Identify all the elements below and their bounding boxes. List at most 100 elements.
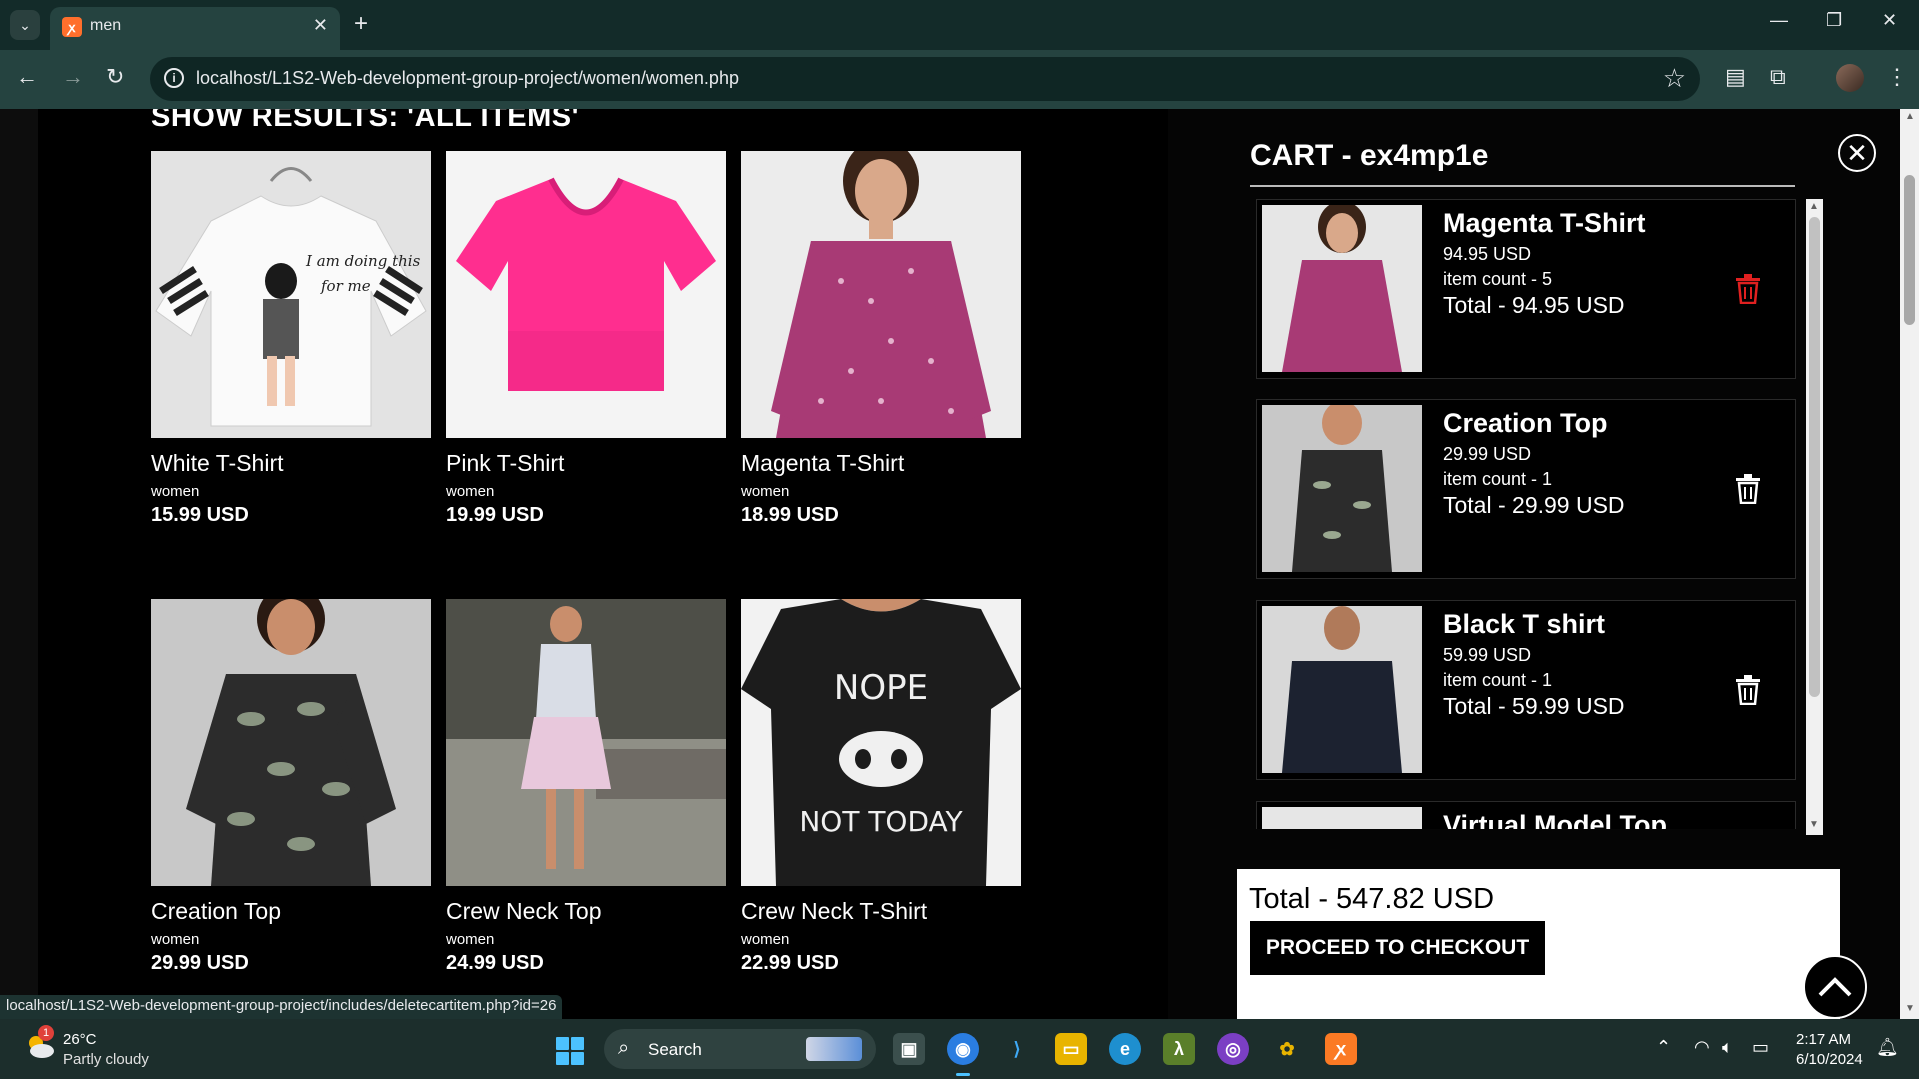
restore-button[interactable]: ❐ <box>1826 10 1842 31</box>
edge-icon[interactable]: e <box>1109 1033 1141 1065</box>
product-category: women <box>151 483 200 500</box>
product-image[interactable] <box>446 151 726 438</box>
product-price: 19.99 USD <box>446 504 544 526</box>
vscode-icon[interactable]: ⟩ <box>1001 1033 1033 1065</box>
product-name[interactable]: Crew Neck Top <box>446 898 726 925</box>
product-card[interactable]: Magenta T-Shirt women 18.99 USD <box>741 151 1021 527</box>
site-info-icon[interactable]: i <box>164 68 184 88</box>
tab-title: men <box>90 17 122 34</box>
product-name[interactable]: Creation Top <box>151 898 431 925</box>
back-arrow-icon[interactable]: ← <box>16 64 38 90</box>
extensions-icon[interactable]: ⧉ <box>1770 64 1786 90</box>
scroll-to-top-button[interactable] <box>1803 955 1867 1019</box>
wifi-icon[interactable]: ◠ <box>1694 1037 1710 1058</box>
windows-start-icon[interactable] <box>556 1037 584 1065</box>
show-hidden-icons-chevron-icon[interactable]: ⌃ <box>1656 1037 1671 1058</box>
product-card[interactable]: Pink T-Shirt women 19.99 USD <box>446 151 726 527</box>
close-window-button[interactable]: ✕ <box>1882 10 1897 31</box>
cart-item-name: Creation Top <box>1443 408 1608 438</box>
page-scrollbar-thumb[interactable] <box>1904 175 1915 325</box>
page-scroll-up-icon[interactable]: ▲ <box>1905 111 1915 122</box>
minimize-button[interactable]: — <box>1770 10 1788 31</box>
volume-icon[interactable]: 🔈︎ <box>1722 1037 1733 1058</box>
product-name[interactable]: White T-Shirt <box>151 450 431 477</box>
weather-badge: 1 <box>38 1025 54 1041</box>
weather-temperature[interactable]: 26°C <box>63 1031 97 1048</box>
trash-icon[interactable] <box>1735 474 1761 504</box>
cart-item-name: Virtual Model Top <box>1443 810 1668 829</box>
clock-date[interactable]: 6/10/2024 <box>1796 1051 1863 1068</box>
scroll-down-arrow-icon[interactable]: ▼ <box>1809 819 1819 830</box>
cart-item-total: Total - 29.99 USD <box>1443 492 1625 518</box>
cart-scrollbar-thumb[interactable] <box>1809 217 1820 697</box>
product-image[interactable]: NOPE NOT TODAY <box>741 599 1021 886</box>
close-cart-button[interactable]: ✕ <box>1838 134 1876 172</box>
product-name[interactable]: Magenta T-Shirt <box>741 450 1021 477</box>
page-scrollbar[interactable]: ▲ ▼ <box>1900 109 1919 1019</box>
product-image[interactable] <box>151 599 431 886</box>
product-category: women <box>446 483 495 500</box>
tab-close-icon[interactable]: ✕ <box>313 15 328 36</box>
new-tab-button[interactable]: + <box>354 10 368 38</box>
cart-item-name: Black T shirt <box>1443 609 1606 639</box>
cart-title: CART - ex4mp1e <box>1250 139 1489 172</box>
reading-list-icon[interactable]: ▤ <box>1725 64 1746 90</box>
task-view-icon[interactable]: ▣ <box>893 1033 925 1065</box>
svg-text:I am doing this: I am doing this <box>305 252 421 270</box>
product-listing: SHOW RESULTS: 'ALL ITEMS' I am doing thi… <box>38 109 1168 1019</box>
checkout-box: Total - 547.82 USD PROCEED TO CHECKOUT <box>1237 869 1840 1019</box>
cart-divider <box>1250 185 1795 187</box>
product-image[interactable]: I am doing this for me <box>151 151 431 438</box>
chevron-up-icon <box>1818 977 1852 997</box>
file-explorer-icon[interactable]: ▭ <box>1055 1033 1087 1065</box>
cart-items-list[interactable]: Magenta T-Shirt 94.95 USD item count - 5… <box>1256 199 1804 829</box>
cart-item-count: item count - 1 <box>1443 670 1553 690</box>
weather-description[interactable]: Partly cloudy <box>63 1051 149 1068</box>
product-price: 15.99 USD <box>151 504 249 526</box>
search-highlight-icon <box>806 1037 862 1061</box>
scroll-up-arrow-icon[interactable]: ▲ <box>1809 201 1819 212</box>
battery-icon[interactable]: ▭ <box>1752 1037 1769 1058</box>
page-scroll-down-icon[interactable]: ▼ <box>1905 1003 1915 1014</box>
forward-arrow-icon[interactable]: → <box>62 64 84 90</box>
taskbar-search[interactable]: ⌕ Search <box>604 1029 876 1069</box>
menu-kebab-icon[interactable]: ⋮ <box>1886 64 1908 90</box>
product-category: women <box>151 931 200 948</box>
notifications-bell-icon[interactable]: 🔔︎ <box>1876 1037 1899 1058</box>
product-card[interactable]: Crew Neck Top women 24.99 USD <box>446 599 726 975</box>
product-image[interactable] <box>446 599 726 886</box>
bookmark-star-icon[interactable]: ☆ <box>1663 63 1686 94</box>
chevron-down-icon: ⌄ <box>19 16 31 33</box>
product-card[interactable]: Creation Top women 29.99 USD <box>151 599 431 975</box>
cart-item-count: item count - 5 <box>1443 269 1553 289</box>
github-desktop-icon[interactable]: ◎ <box>1217 1033 1249 1065</box>
clock-time[interactable]: 2:17 AM <box>1796 1031 1851 1048</box>
cart-item-price: 59.99 USD <box>1443 645 1532 665</box>
reload-icon[interactable]: ↻ <box>106 64 124 90</box>
terminal-app-icon[interactable]: λ <box>1163 1033 1195 1065</box>
product-name[interactable]: Pink T-Shirt <box>446 450 726 477</box>
product-card[interactable]: NOPE NOT TODAY Crew Neck T-Shirt women 2… <box>741 599 1021 975</box>
proceed-to-checkout-button[interactable]: PROCEED TO CHECKOUT <box>1250 921 1545 975</box>
product-image[interactable] <box>741 151 1021 438</box>
address-bar[interactable]: i localhost/L1S2-Web-development-group-p… <box>150 57 1700 101</box>
tshirt-print-top: NOPE <box>834 668 928 708</box>
search-label: Search <box>648 1040 702 1059</box>
product-card[interactable]: I am doing this for me White T-Shirt wom… <box>151 151 431 527</box>
product-name[interactable]: Crew Neck T-Shirt <box>741 898 1021 925</box>
browser-toolbar: ← → ↻ i localhost/L1S2-Web-development-g… <box>0 50 1919 109</box>
url-text[interactable]: localhost/L1S2-Web-development-group-pro… <box>196 68 739 89</box>
cart-item-image <box>1262 205 1422 372</box>
cart-scrollbar[interactable]: ▲ ▼ <box>1806 199 1823 835</box>
tab-search-menu-button[interactable]: ⌄ <box>10 10 40 40</box>
browser-tab[interactable]: ꭗ men ✕ <box>50 7 340 50</box>
app-icon[interactable]: ✿ <box>1271 1033 1303 1065</box>
profile-avatar[interactable] <box>1836 64 1864 92</box>
windows-taskbar: 1 26°C Partly cloudy ⌕ Search ▣ ◉ ⟩ ▭ e … <box>0 1019 1919 1079</box>
svg-text:for me: for me <box>320 277 371 295</box>
xampp-icon[interactable]: ꭗ <box>1325 1033 1357 1065</box>
trash-icon[interactable] <box>1735 675 1761 705</box>
cart-grand-total: Total - 547.82 USD <box>1249 883 1495 915</box>
trash-icon[interactable] <box>1735 274 1761 304</box>
chrome-icon[interactable]: ◉ <box>947 1033 979 1065</box>
